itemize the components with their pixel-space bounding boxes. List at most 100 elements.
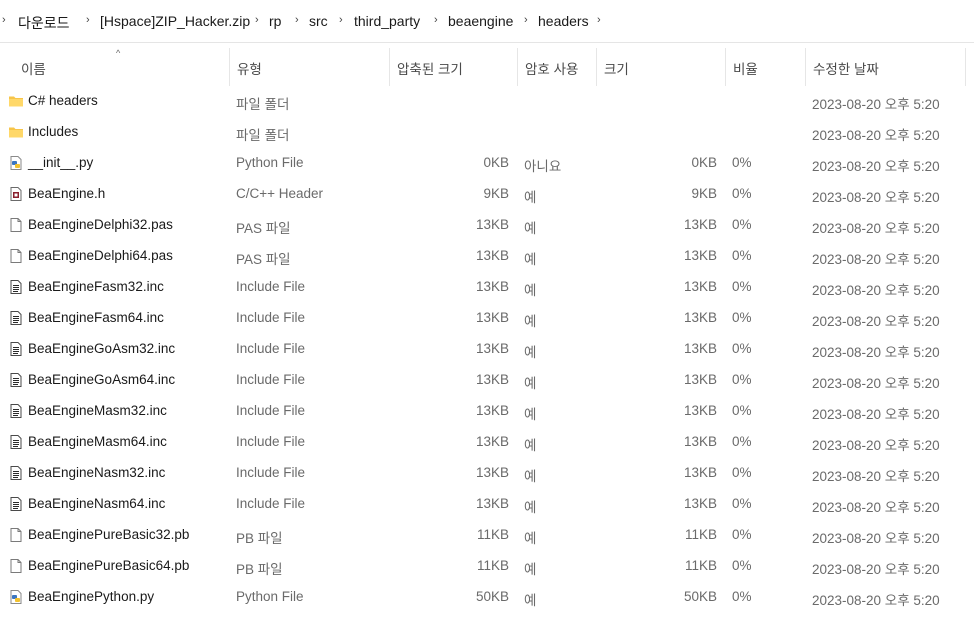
text-file-icon	[8, 279, 24, 295]
file-row[interactable]: C# headers 파일 폴더 2023-08-20 오후 5:20	[0, 86, 974, 117]
column-header-type[interactable]: 유형	[237, 58, 262, 78]
file-row[interactable]: BeaEnginePython.py Python File 50KB 예 50KB 0%…	[0, 582, 974, 613]
file-size: 13KB	[683, 279, 717, 294]
compressed-size: 13KB	[475, 403, 509, 418]
text-file-icon	[8, 434, 24, 450]
file-row[interactable]: BeaEngineNasm64.inc Include File 13KB 예 13KB…	[0, 489, 974, 520]
compressed-size: 13KB	[475, 341, 509, 356]
folder-icon	[8, 124, 24, 140]
text-file-icon	[8, 310, 24, 326]
compressed-size: 11KB	[476, 527, 509, 542]
compression-ratio: 0%	[732, 403, 752, 418]
file-row[interactable]: BeaEngineNasm32.inc Include File 13KB 예 13KB…	[0, 458, 974, 489]
file-type: Python File	[236, 589, 304, 604]
column-header-size[interactable]: 크기	[604, 58, 629, 78]
breadcrumb-separator-chevron-icon[interactable]: ›	[339, 14, 343, 26]
modified-date: 2023-08-20 오후 5:20	[812, 562, 940, 577]
folder-icon	[8, 93, 24, 109]
file-row[interactable]: BeaEngineGoAsm64.inc Include File 13KB 예 13K…	[0, 365, 974, 396]
compression-ratio: 0%	[732, 558, 752, 573]
file-row[interactable]: BeaEnginePureBasic32.pb PB 파일 11KB 예 11KB 0% 2…	[0, 520, 974, 551]
sort-ascending-icon: ^	[116, 48, 121, 58]
modified-date: 2023-08-20 오후 5:20	[812, 438, 940, 453]
breadcrumb-separator-chevron-icon[interactable]: ›	[295, 14, 299, 26]
password-flag: 예	[524, 345, 537, 360]
modified-date: 2023-08-20 오후 5:20	[812, 314, 940, 329]
breadcrumb-trail-chevron-icon[interactable]: ›	[597, 14, 601, 26]
column-divider[interactable]	[805, 48, 806, 86]
password-flag: 예	[524, 190, 537, 205]
file-size: 0KB	[691, 155, 717, 170]
compression-ratio: 0%	[732, 341, 752, 356]
compression-ratio: 0%	[732, 279, 752, 294]
file-row[interactable]: BeaEnginePureBasic64.pb PB 파일 11KB 예 11KB 0% 2…	[0, 551, 974, 582]
modified-date: 2023-08-20 오후 5:20	[812, 500, 940, 515]
file-name: BeaEnginePython.py	[28, 589, 155, 604]
file-row[interactable]: BeaEngineDelphi32.pas PAS 파일 13KB 예 13KB 0% 20…	[0, 210, 974, 241]
blank-file-icon	[8, 558, 24, 574]
breadcrumb-separator-chevron-icon[interactable]: ›	[86, 14, 90, 26]
column-header-password[interactable]: 암호 사용	[525, 58, 578, 78]
file-row[interactable]: BeaEngine.h C/C++ Header 9KB 예 9KB 0% 2023-08-…	[0, 179, 974, 210]
compression-ratio: 0%	[732, 186, 752, 201]
column-divider[interactable]	[389, 48, 390, 86]
file-row[interactable]: BeaEngineMasm32.inc Include File 13KB 예 13KB…	[0, 396, 974, 427]
modified-date: 2023-08-20 오후 5:20	[812, 97, 940, 112]
breadcrumb-item-headers[interactable]: headers	[538, 13, 589, 29]
breadcrumb-item-downloads[interactable]: 다운로드	[18, 13, 70, 33]
modified-date: 2023-08-20 오후 5:20	[812, 128, 940, 143]
column-divider[interactable]	[965, 48, 966, 86]
file-size: 11KB	[684, 558, 717, 573]
password-flag: 예	[524, 407, 537, 422]
column-divider[interactable]	[725, 48, 726, 86]
column-header-ratio[interactable]: 비율	[733, 58, 758, 78]
column-divider[interactable]	[229, 48, 230, 86]
file-type: Include File	[236, 372, 306, 387]
column-divider[interactable]	[596, 48, 597, 86]
modified-date: 2023-08-20 오후 5:20	[812, 531, 940, 546]
breadcrumb-item-rp[interactable]: rp	[269, 13, 281, 29]
password-flag: 예	[524, 500, 537, 515]
text-file-icon	[8, 341, 24, 357]
file-type: Include File	[236, 465, 306, 480]
modified-date: 2023-08-20 오후 5:20	[812, 593, 940, 608]
file-row[interactable]: BeaEngineFasm64.inc Include File 13KB 예 13KB…	[0, 303, 974, 334]
file-name: BeaEngineGoAsm64.inc	[28, 372, 176, 387]
file-row[interactable]: BeaEngineFasm32.inc Include File 13KB 예 13KB…	[0, 272, 974, 303]
breadcrumb-item-beaengine[interactable]: beaengine	[448, 13, 513, 29]
breadcrumb-separator-chevron-icon[interactable]: ›	[255, 14, 259, 26]
file-name: BeaEngineDelphi64.pas	[28, 248, 173, 263]
file-type: 파일 폴더	[236, 128, 290, 143]
column-header-name[interactable]: 이름	[21, 58, 46, 78]
file-type: 파일 폴더	[236, 97, 290, 112]
file-size: 13KB	[683, 496, 717, 511]
python-file-icon	[8, 589, 24, 605]
text-file-icon	[8, 403, 24, 419]
file-type: Include File	[236, 279, 306, 294]
breadcrumb-separator-chevron-icon[interactable]: ›	[524, 14, 528, 26]
column-header-modified[interactable]: 수정한 날짜	[813, 58, 879, 78]
compressed-size: 0KB	[483, 155, 509, 170]
breadcrumb-item-third-party[interactable]: third_party	[354, 13, 420, 29]
file-type: Include File	[236, 310, 306, 325]
column-divider[interactable]	[517, 48, 518, 86]
modified-date: 2023-08-20 오후 5:20	[812, 159, 940, 174]
column-header-compressed-size[interactable]: 압축된 크기	[397, 58, 463, 78]
file-size: 13KB	[683, 372, 717, 387]
file-row[interactable]: BeaEngineDelphi64.pas PAS 파일 13KB 예 13KB 0% 20…	[0, 241, 974, 272]
file-row[interactable]: BeaEngineGoAsm32.inc Include File 13KB 예 13K…	[0, 334, 974, 365]
breadcrumb-item-zip[interactable]: [Hspace]ZIP_Hacker.zip	[100, 13, 250, 29]
file-row[interactable]: __init__.py Python File 0KB 아니요 0KB 0% 2023-08…	[0, 148, 974, 179]
modified-date: 2023-08-20 오후 5:20	[812, 345, 940, 360]
breadcrumb-lead-chevron-icon[interactable]: ›	[2, 14, 6, 26]
compressed-size: 13KB	[475, 496, 509, 511]
python-file-icon	[8, 155, 24, 171]
compressed-size: 13KB	[475, 434, 509, 449]
file-size: 13KB	[683, 341, 717, 356]
compressed-size: 13KB	[475, 465, 509, 480]
breadcrumb-item-src[interactable]: src	[309, 13, 328, 29]
compression-ratio: 0%	[732, 155, 752, 170]
breadcrumb-separator-chevron-icon[interactable]: ›	[434, 14, 438, 26]
file-row[interactable]: Includes 파일 폴더 2023-08-20 오후 5:20	[0, 117, 974, 148]
file-row[interactable]: BeaEngineMasm64.inc Include File 13KB 예 13KB…	[0, 427, 974, 458]
